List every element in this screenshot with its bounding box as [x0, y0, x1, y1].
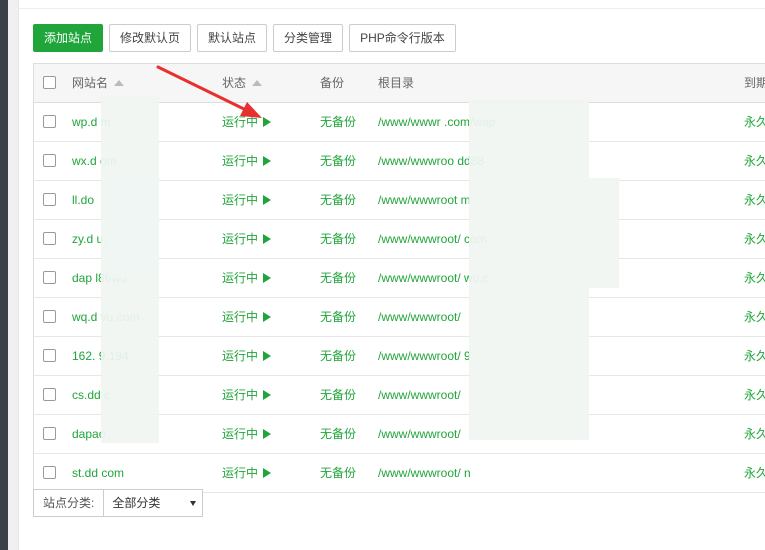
arrow-head — [240, 102, 262, 118]
arrow-shaft — [156, 65, 248, 112]
annotation-arrow — [156, 65, 262, 118]
